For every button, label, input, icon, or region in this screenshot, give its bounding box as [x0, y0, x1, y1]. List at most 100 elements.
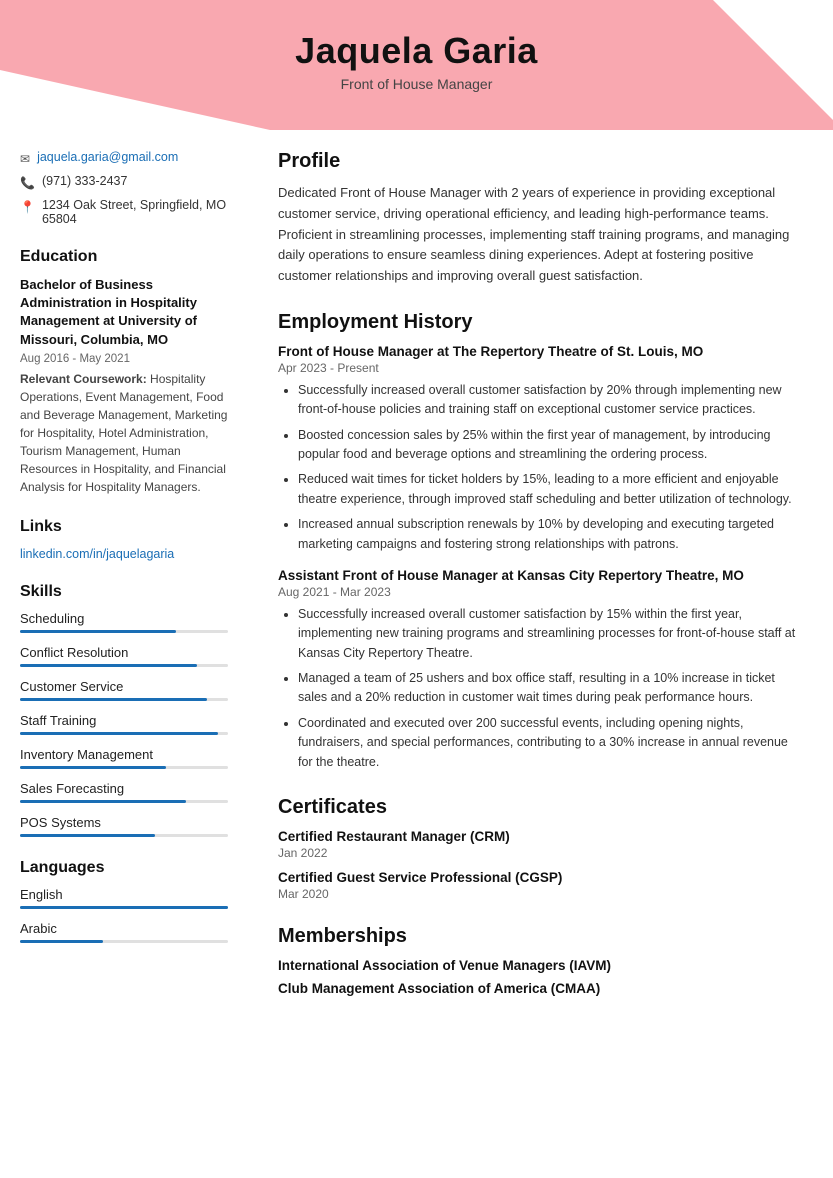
- membership-item: International Association of Venue Manag…: [278, 958, 803, 973]
- resume-header: Jaquela Garia Front of House Manager: [0, 0, 833, 130]
- job-dates: Aug 2021 - Mar 2023: [278, 585, 803, 599]
- skill-bar-bg: [20, 732, 228, 735]
- job-title: Front of House Manager at The Repertory …: [278, 344, 803, 359]
- skill-bar-bg: [20, 698, 228, 701]
- edu-coursework: Relevant Coursework: Hospitality Operati…: [20, 370, 228, 496]
- skill-name: Conflict Resolution: [20, 645, 228, 660]
- languages-section: Languages English Arabic: [20, 859, 228, 943]
- address-contact: 📍 1234 Oak Street, Springfield, MO 65804: [20, 198, 228, 226]
- job-entry: Assistant Front of House Manager at Kans…: [278, 568, 803, 772]
- job-bullet: Managed a team of 25 ushers and box offi…: [298, 669, 803, 708]
- linkedin-link[interactable]: linkedin.com/in/jaquelagaria: [20, 547, 174, 561]
- memberships-section: Memberships International Association of…: [278, 925, 803, 996]
- certificates-title: Certificates: [278, 796, 803, 819]
- job-bullet: Successfully increased overall customer …: [298, 605, 803, 663]
- skill-name: Inventory Management: [20, 747, 228, 762]
- jobs-list: Front of House Manager at The Repertory …: [278, 344, 803, 772]
- certificates-section: Certificates Certified Restaurant Manage…: [278, 796, 803, 901]
- cert-date: Jan 2022: [278, 846, 803, 860]
- cert-name: Certified Guest Service Professional (CG…: [278, 870, 803, 885]
- edu-dates: Aug 2016 - May 2021: [20, 353, 228, 365]
- lang-bar-fill: [20, 940, 103, 943]
- employment-title: Employment History: [278, 311, 803, 334]
- edu-degree: Bachelor of Business Administration in H…: [20, 276, 228, 349]
- links-section: Links linkedin.com/in/jaquelagaria: [20, 518, 228, 561]
- skill-item: Sales Forecasting: [20, 781, 228, 803]
- decorative-triangle: [713, 0, 833, 120]
- profile-text: Dedicated Front of House Manager with 2 …: [278, 183, 803, 287]
- links-title: Links: [20, 518, 228, 536]
- skill-item: Scheduling: [20, 611, 228, 633]
- skill-bar-bg: [20, 800, 228, 803]
- skill-item: Customer Service: [20, 679, 228, 701]
- languages-list: English Arabic: [20, 887, 228, 943]
- address-text: 1234 Oak Street, Springfield, MO 65804: [42, 198, 228, 226]
- skill-bar-bg: [20, 766, 228, 769]
- skill-name: Sales Forecasting: [20, 781, 228, 796]
- main-content: Profile Dedicated Front of House Manager…: [248, 130, 833, 1178]
- phone-text: (971) 333-2437: [42, 174, 127, 188]
- job-bullet: Boosted concession sales by 25% within t…: [298, 426, 803, 465]
- cert-date: Mar 2020: [278, 887, 803, 901]
- memberships-list: International Association of Venue Manag…: [278, 958, 803, 996]
- job-bullet: Reduced wait times for ticket holders by…: [298, 470, 803, 509]
- skill-bar-fill: [20, 664, 197, 667]
- skill-bar-bg: [20, 834, 228, 837]
- job-bullets: Successfully increased overall customer …: [298, 381, 803, 554]
- job-bullets: Successfully increased overall customer …: [298, 605, 803, 772]
- cert-entry: Certified Guest Service Professional (CG…: [278, 870, 803, 901]
- job-bullet: Increased annual subscription renewals b…: [298, 515, 803, 554]
- languages-title: Languages: [20, 859, 228, 877]
- skill-name: Customer Service: [20, 679, 228, 694]
- skill-bar-fill: [20, 766, 166, 769]
- body-layout: ✉ jaquela.garia@gmail.com 📞 (971) 333-24…: [0, 130, 833, 1178]
- skill-bar-fill: [20, 732, 218, 735]
- skill-item: Conflict Resolution: [20, 645, 228, 667]
- profile-title: Profile: [278, 150, 803, 173]
- membership-item: Club Management Association of America (…: [278, 981, 803, 996]
- cert-entry: Certified Restaurant Manager (CRM) Jan 2…: [278, 829, 803, 860]
- job-bullet: Successfully increased overall customer …: [298, 381, 803, 420]
- education-title: Education: [20, 248, 228, 266]
- skill-bar-bg: [20, 664, 228, 667]
- lang-bar-fill: [20, 906, 228, 909]
- lang-bar-bg: [20, 906, 228, 909]
- lang-name: English: [20, 887, 228, 902]
- job-entry: Front of House Manager at The Repertory …: [278, 344, 803, 554]
- language-item: English: [20, 887, 228, 909]
- sidebar: ✉ jaquela.garia@gmail.com 📞 (971) 333-24…: [0, 130, 248, 1178]
- phone-contact: 📞 (971) 333-2437: [20, 174, 228, 190]
- skills-title: Skills: [20, 583, 228, 601]
- candidate-title: Front of House Manager: [20, 76, 813, 92]
- lang-bar-bg: [20, 940, 228, 943]
- job-title: Assistant Front of House Manager at Kans…: [278, 568, 803, 583]
- skill-name: POS Systems: [20, 815, 228, 830]
- cert-name: Certified Restaurant Manager (CRM): [278, 829, 803, 844]
- skill-item: POS Systems: [20, 815, 228, 837]
- certs-list: Certified Restaurant Manager (CRM) Jan 2…: [278, 829, 803, 901]
- contact-section: ✉ jaquela.garia@gmail.com 📞 (971) 333-24…: [20, 150, 228, 226]
- skill-name: Staff Training: [20, 713, 228, 728]
- skills-section: Skills Scheduling Conflict Resolution Cu…: [20, 583, 228, 837]
- language-item: Arabic: [20, 921, 228, 943]
- lang-name: Arabic: [20, 921, 228, 936]
- job-dates: Apr 2023 - Present: [278, 361, 803, 375]
- phone-icon: 📞: [20, 176, 35, 190]
- email-icon: ✉: [20, 152, 30, 166]
- skill-item: Inventory Management: [20, 747, 228, 769]
- skill-item: Staff Training: [20, 713, 228, 735]
- email-link[interactable]: jaquela.garia@gmail.com: [37, 150, 178, 164]
- skill-bar-bg: [20, 630, 228, 633]
- candidate-name: Jaquela Garia: [20, 30, 813, 72]
- education-section: Education Bachelor of Business Administr…: [20, 248, 228, 496]
- skill-bar-fill: [20, 800, 186, 803]
- skill-bar-fill: [20, 698, 207, 701]
- skill-bar-fill: [20, 630, 176, 633]
- skills-list: Scheduling Conflict Resolution Customer …: [20, 611, 228, 837]
- location-icon: 📍: [20, 200, 35, 214]
- memberships-title: Memberships: [278, 925, 803, 948]
- profile-section: Profile Dedicated Front of House Manager…: [278, 150, 803, 287]
- skill-name: Scheduling: [20, 611, 228, 626]
- job-bullet: Coordinated and executed over 200 succes…: [298, 714, 803, 772]
- employment-section: Employment History Front of House Manage…: [278, 311, 803, 772]
